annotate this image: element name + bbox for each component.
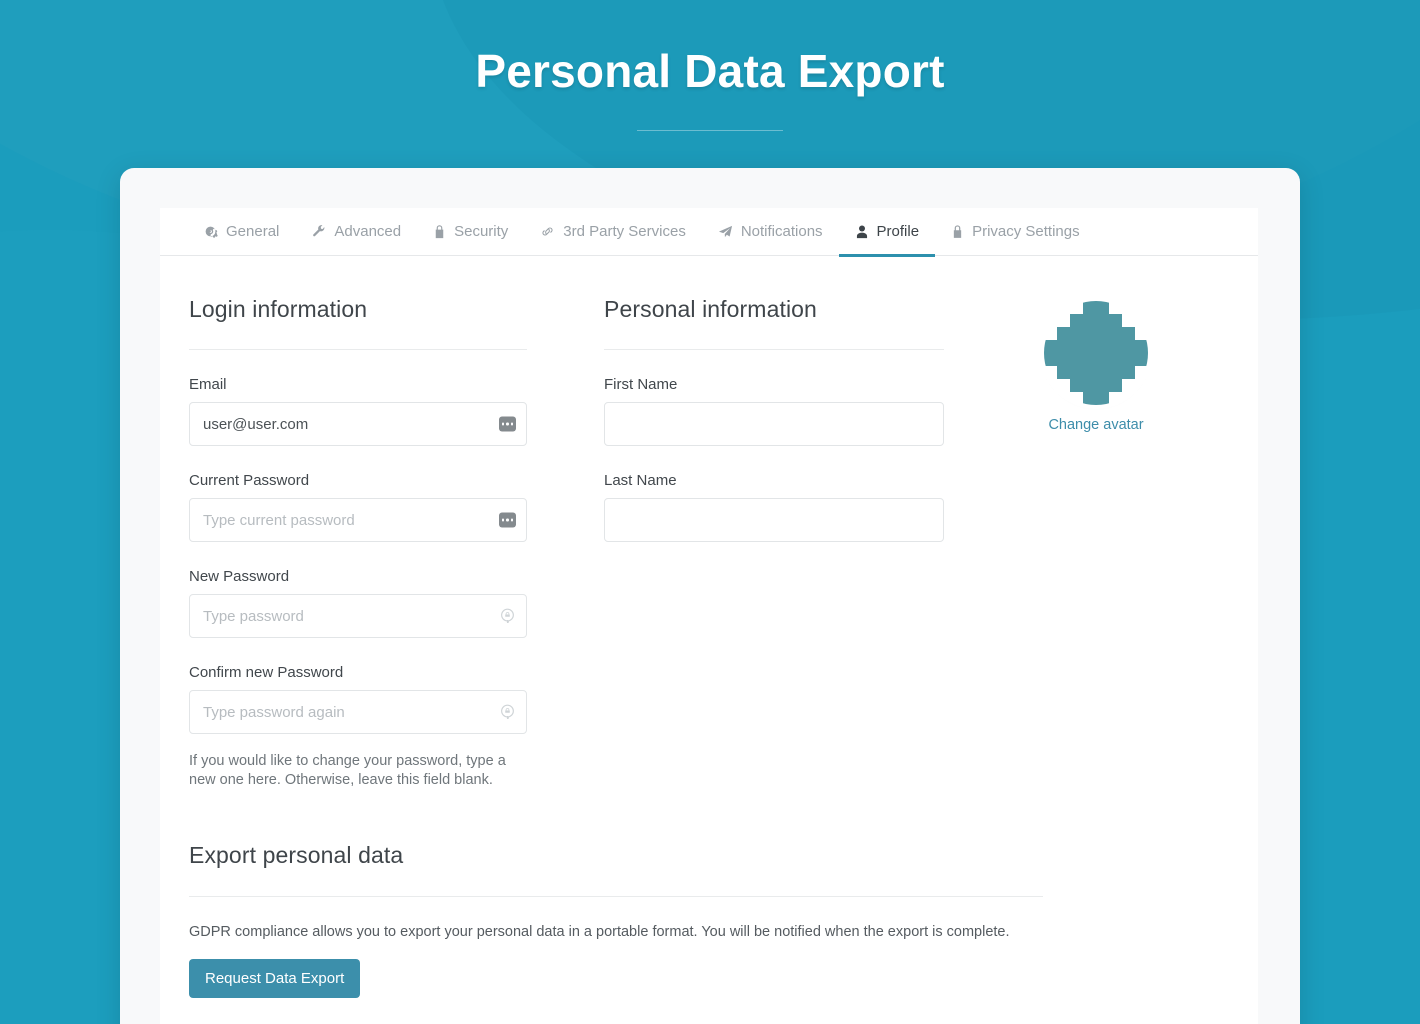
first-name-input-wrap	[604, 402, 944, 446]
tab-security[interactable]: Security	[417, 209, 524, 257]
settings-panel: General Advanced Security 3rd Party Serv…	[160, 208, 1258, 1024]
tab-privacy-settings[interactable]: Privacy Settings	[935, 209, 1096, 257]
confirm-password-input-wrap	[189, 690, 527, 734]
tab-advanced-label: Advanced	[334, 222, 402, 240]
current-password-input-wrap	[189, 498, 527, 542]
email-input[interactable]	[189, 402, 527, 446]
user-icon	[855, 224, 869, 239]
last-name-field-group: Last Name	[604, 472, 944, 542]
export-section-title: Export personal data	[189, 842, 404, 868]
tab-notifications[interactable]: Notifications	[702, 209, 839, 257]
email-label: Email	[189, 376, 227, 393]
new-password-label: New Password	[189, 568, 290, 585]
personal-section-divider	[604, 349, 944, 350]
last-name-label: Last Name	[604, 472, 677, 489]
change-avatar-link[interactable]: Change avatar	[1048, 417, 1143, 433]
avatar-column: Change avatar	[1016, 296, 1176, 790]
title-divider	[637, 130, 783, 131]
tab-security-label: Security	[454, 222, 509, 240]
settings-tabbar: General Advanced Security 3rd Party Serv…	[160, 208, 1258, 257]
avatar-block: Change avatar	[1016, 296, 1176, 434]
avatar[interactable]	[1044, 301, 1148, 405]
tab-general-label: General	[226, 222, 280, 240]
login-section-title: Login information	[189, 296, 368, 322]
page-title: Personal Data Export	[475, 45, 945, 97]
export-section-divider	[189, 896, 1043, 897]
autofill-dots-icon[interactable]	[499, 512, 516, 528]
email-field-group: Email	[189, 376, 527, 446]
confirm-password-field-group: Confirm new Password	[189, 664, 527, 734]
first-name-field-group: First Name	[604, 376, 944, 446]
tab-profile[interactable]: Profile	[838, 209, 936, 257]
wrench-icon	[311, 224, 326, 239]
tab-general[interactable]: General	[187, 209, 295, 257]
key-circle-icon[interactable]	[499, 608, 516, 625]
tab-third-party-services[interactable]: 3rd Party Services	[524, 209, 702, 257]
lock-icon	[433, 224, 446, 239]
tab-profile-label: Profile	[876, 222, 920, 240]
personal-information-column: Personal information First Name Last Nam…	[604, 296, 944, 790]
key-circle-icon[interactable]	[499, 704, 516, 721]
request-data-export-button[interactable]: Request Data Export	[189, 959, 361, 998]
tab-notifications-label: Notifications	[740, 222, 823, 240]
last-name-input[interactable]	[604, 498, 944, 542]
first-name-input[interactable]	[604, 402, 944, 446]
link-icon	[540, 224, 555, 239]
login-section-divider	[189, 349, 527, 350]
current-password-input[interactable]	[189, 498, 527, 542]
gear-icon	[203, 224, 218, 239]
tab-privacy-settings-label: Privacy Settings	[972, 222, 1080, 240]
export-personal-data-section: Export personal data GDPR compliance all…	[189, 842, 1229, 998]
email-input-wrap	[189, 402, 527, 446]
export-description: GDPR compliance allows you to export you…	[189, 924, 1010, 940]
tab-advanced[interactable]: Advanced	[295, 209, 417, 257]
current-password-field-group: Current Password	[189, 472, 527, 542]
settings-content: Login information Email Current Password	[160, 256, 1258, 790]
first-name-label: First Name	[604, 376, 678, 393]
page-header: Personal Data Export	[0, 0, 1420, 131]
autofill-dots-icon[interactable]	[499, 416, 516, 432]
login-information-column: Login information Email Current Password	[189, 296, 527, 790]
last-name-input-wrap	[604, 498, 944, 542]
new-password-field-group: New Password	[189, 568, 527, 638]
new-password-input-wrap	[189, 594, 527, 638]
new-password-input[interactable]	[189, 594, 527, 638]
current-password-label: Current Password	[189, 472, 310, 489]
personal-section-title: Personal information	[604, 296, 817, 322]
padlock-icon	[951, 224, 964, 239]
settings-card: General Advanced Security 3rd Party Serv…	[120, 168, 1300, 1024]
paper-plane-icon	[718, 224, 733, 239]
confirm-password-label: Confirm new Password	[189, 664, 344, 681]
confirm-password-input[interactable]	[189, 690, 527, 734]
password-help-text: If you would like to change your passwor…	[189, 753, 506, 788]
tab-third-party-services-label: 3rd Party Services	[563, 222, 686, 240]
